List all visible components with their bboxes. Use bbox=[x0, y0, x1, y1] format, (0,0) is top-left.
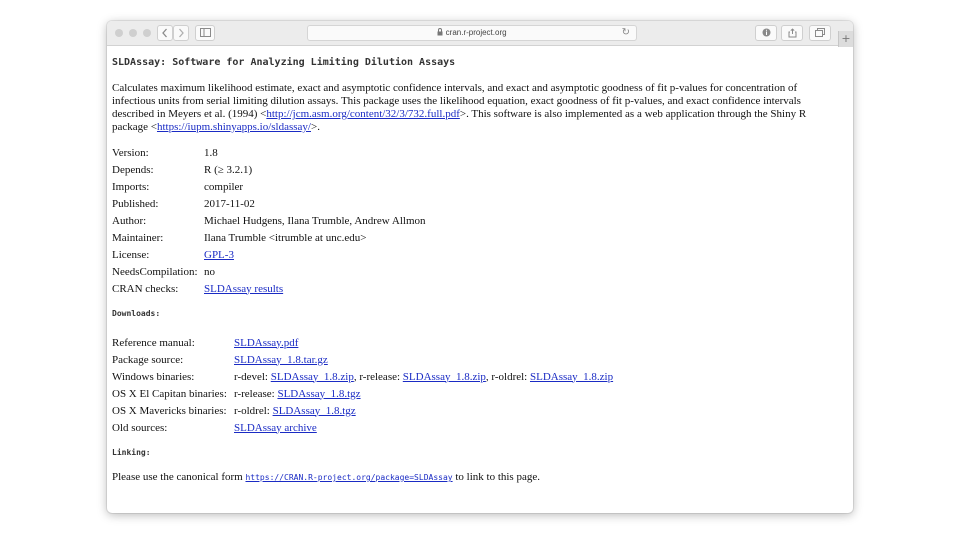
download-key: Old sources: bbox=[112, 421, 168, 434]
meta-value: Ilana Trumble <itrumble at unc.edu> bbox=[204, 231, 367, 244]
download-row-manual: Reference manual: SLDAssay.pdf bbox=[112, 334, 613, 351]
old-sources-link[interactable]: SLDAssay archive bbox=[234, 422, 317, 434]
meta-row-license: License: GPL-3 bbox=[112, 246, 426, 263]
meta-value: compiler bbox=[204, 180, 244, 193]
meta-value: 1.8 bbox=[204, 146, 218, 159]
info-icon bbox=[762, 28, 770, 37]
chevron-left-icon bbox=[162, 28, 167, 38]
meta-key: License: bbox=[112, 248, 150, 261]
forward-button[interactable] bbox=[173, 25, 189, 41]
download-text: , r-oldrel: bbox=[485, 370, 530, 383]
address-bar[interactable]: cran.r-project.org ↻ bbox=[307, 25, 637, 41]
reference-manual-link[interactable]: SLDAssay.pdf bbox=[234, 337, 298, 349]
downloads-table: Reference manual: SLDAssay.pdf Package so… bbox=[112, 334, 613, 436]
description-text: >. bbox=[311, 121, 320, 133]
meta-row-depends: Depends: R (≥ 3.2.1) bbox=[112, 161, 426, 178]
download-text: r-oldrel: bbox=[234, 404, 273, 417]
download-row-old-sources: Old sources: SLDAssay archive bbox=[112, 419, 613, 436]
meta-key: Maintainer: bbox=[112, 231, 164, 244]
close-window-button[interactable] bbox=[115, 29, 123, 37]
chevron-right-icon bbox=[179, 28, 184, 38]
cran-checks-link[interactable]: SLDAssay results bbox=[204, 283, 283, 295]
browser-window: cran.r-project.org ↻ + SLDAssay: Softwar… bbox=[107, 21, 853, 513]
tabs-icon bbox=[815, 28, 825, 37]
download-key: OS X Mavericks binaries: bbox=[112, 404, 227, 417]
package-description: Calculates maximum likelihood estimate, … bbox=[112, 82, 837, 134]
download-row-elcapitan: OS X El Capitan binaries: r-release: SLDA… bbox=[112, 385, 613, 402]
sidebar-icon bbox=[199, 28, 211, 37]
browser-toolbar: cran.r-project.org ↻ + bbox=[107, 21, 853, 47]
meta-key: Author: bbox=[112, 214, 147, 227]
license-link[interactable]: GPL-3 bbox=[204, 249, 234, 261]
elcapitan-release-link[interactable]: SLDAssay_1.8.tgz bbox=[277, 388, 360, 400]
meta-key: Published: bbox=[112, 197, 159, 210]
reader-button[interactable] bbox=[755, 25, 777, 41]
download-key: Windows binaries: bbox=[112, 370, 195, 383]
back-button[interactable] bbox=[157, 25, 173, 41]
share-button[interactable] bbox=[781, 25, 803, 41]
paper-link[interactable]: http://jcm.asm.org/content/32/3/732.full… bbox=[266, 108, 460, 120]
zoom-window-button[interactable] bbox=[143, 29, 151, 37]
meta-row-cran-checks: CRAN checks: SLDAssay results bbox=[112, 280, 426, 297]
windows-oldrel-link[interactable]: SLDAssay_1.8.zip bbox=[530, 371, 613, 383]
meta-value: no bbox=[204, 265, 215, 278]
windows-devel-link[interactable]: SLDAssay_1.8.zip bbox=[271, 371, 354, 383]
linking-text: Please use the canonical form https://CR… bbox=[112, 471, 847, 483]
share-icon bbox=[788, 28, 796, 38]
meta-key: CRAN checks: bbox=[112, 282, 179, 295]
download-text: , r-release: bbox=[353, 370, 403, 383]
new-tab-button[interactable]: + bbox=[838, 31, 853, 47]
meta-row-needscompilation: NeedsCompilation: no bbox=[112, 263, 426, 280]
meta-key: Version: bbox=[112, 146, 149, 159]
download-row-source: Package source: SLDAssay_1.8.tar.gz bbox=[112, 351, 613, 368]
meta-row-published: Published: 2017-11-02 bbox=[112, 195, 426, 212]
address-url: cran.r-project.org bbox=[445, 28, 507, 37]
meta-value: 2017-11-02 bbox=[204, 197, 255, 210]
download-key: Package source: bbox=[112, 353, 184, 366]
page-content: SLDAssay: Software for Analyzing Limitin… bbox=[112, 51, 847, 494]
linking-before: Please use the canonical form bbox=[112, 471, 246, 483]
minimize-window-button[interactable] bbox=[129, 29, 137, 37]
shiny-app-link[interactable]: https://iupm.shinyapps.io/sldassay/ bbox=[157, 121, 311, 133]
sidebar-button[interactable] bbox=[195, 25, 215, 41]
meta-value: R (≥ 3.2.1) bbox=[204, 163, 253, 176]
canonical-url-link[interactable]: https://CRAN.R-project.org/package=SLDAs… bbox=[245, 473, 452, 482]
meta-row-maintainer: Maintainer: Ilana Trumble <itrumble at un… bbox=[112, 229, 426, 246]
lock-icon bbox=[437, 28, 443, 36]
windows-release-link[interactable]: SLDAssay_1.8.zip bbox=[403, 371, 486, 383]
meta-row-author: Author: Michael Hudgens, Ilana Trumble, A… bbox=[112, 212, 426, 229]
meta-key: NeedsCompilation: bbox=[112, 265, 198, 278]
download-row-mavericks: OS X Mavericks binaries: r-oldrel: SLDAss… bbox=[112, 402, 613, 419]
linking-after: to link to this page. bbox=[452, 471, 540, 483]
package-meta-table: Version: 1.8 Depends: R (≥ 3.2.1) Imports:… bbox=[112, 144, 426, 297]
downloads-heading: Downloads: bbox=[112, 309, 161, 318]
reload-icon[interactable]: ↻ bbox=[622, 26, 630, 40]
download-text: r-devel: bbox=[234, 370, 271, 383]
package-source-link[interactable]: SLDAssay_1.8.tar.gz bbox=[234, 354, 328, 366]
page-title: SLDAssay: Software for Analyzing Limitin… bbox=[112, 57, 456, 68]
download-key: OS X El Capitan binaries: bbox=[112, 387, 227, 400]
tabs-overview-button[interactable] bbox=[809, 25, 831, 41]
meta-row-imports: Imports: compiler bbox=[112, 178, 426, 195]
mavericks-oldrel-link[interactable]: SLDAssay_1.8.tgz bbox=[273, 405, 356, 417]
linking-heading: Linking: bbox=[112, 448, 151, 457]
meta-key: Imports: bbox=[112, 180, 150, 193]
meta-key: Depends: bbox=[112, 163, 154, 176]
download-text: r-release: bbox=[234, 387, 278, 400]
download-key: Reference manual: bbox=[112, 336, 195, 349]
meta-row-version: Version: 1.8 bbox=[112, 144, 426, 161]
meta-value: Michael Hudgens, Ilana Trumble, Andrew A… bbox=[204, 214, 426, 227]
download-row-windows: Windows binaries: r-devel: SLDAssay_1.8.z… bbox=[112, 368, 613, 385]
